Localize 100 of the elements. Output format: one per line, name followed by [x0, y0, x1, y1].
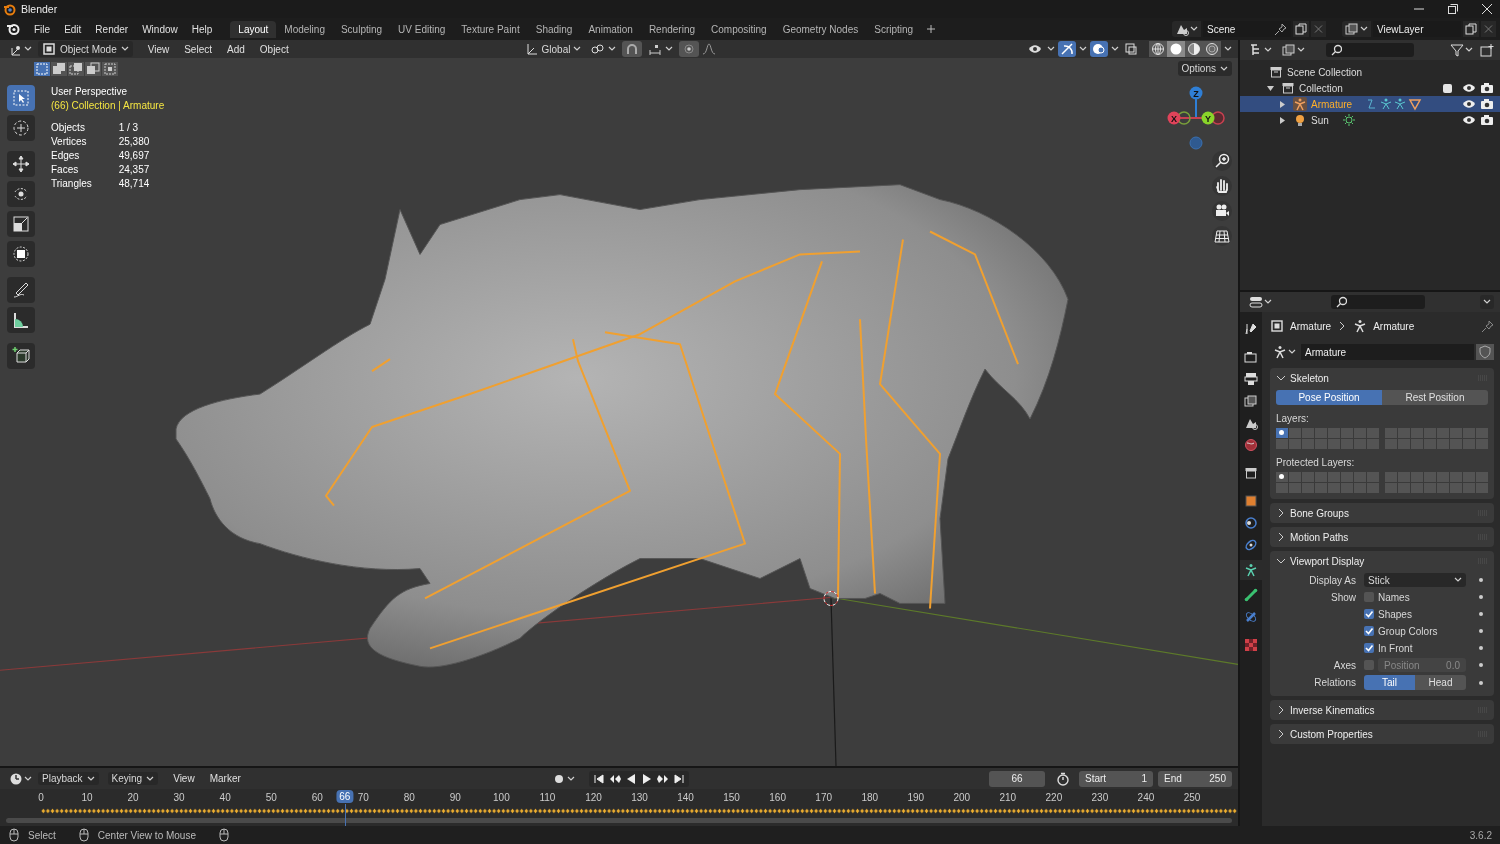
stat-value: 48,714 [118, 177, 151, 191]
stat-label: Edges [51, 149, 81, 163]
frame-number: 80 [403, 792, 415, 803]
frame-number: 30 [173, 792, 185, 803]
stat-value: 25,380 [118, 135, 151, 149]
frame-number: 70 [357, 792, 369, 803]
stat-label: Triangles [51, 177, 93, 191]
frame-number: 50 [265, 792, 277, 803]
workspace-tab[interactable]: Rendering [640, 20, 704, 38]
menu-dropdown[interactable]: Keying [107, 772, 159, 785]
item-label: Armature [1311, 98, 1353, 110]
frame-number: 200 [953, 792, 971, 803]
protected-layers-label: Protected Layers: [1276, 457, 1356, 468]
frame-number: 20 [127, 792, 139, 803]
menu-item[interactable]: Marker [203, 771, 247, 786]
relation-toggle[interactable]: Tail [1364, 675, 1415, 690]
status-hint: Select [28, 829, 56, 841]
frame-number: 230 [1091, 792, 1109, 803]
frame-number: 180 [861, 792, 879, 803]
workspace-tab[interactable]: Modeling [276, 20, 333, 38]
checkbox-label: In Front [1378, 642, 1413, 654]
menu-item[interactable]: Render [89, 21, 135, 37]
menu-item[interactable]: Edit [58, 21, 88, 37]
options-dropdown[interactable]: Options [1177, 61, 1232, 76]
field-label: Relations [1313, 677, 1356, 688]
frame-number: 240 [1137, 792, 1155, 803]
menu-item[interactable]: View [167, 771, 201, 786]
orientation-dropdown[interactable]: Global [521, 41, 585, 57]
field-label: Display As [1308, 574, 1356, 586]
mode-dropdown[interactable]: Object Mode [38, 41, 133, 57]
position-toggle[interactable]: Rest Position [1382, 390, 1488, 405]
checkbox-label: Shapes [1378, 608, 1412, 620]
frame-number: 150 [723, 792, 740, 803]
context-label: (66) Collection | Armature [51, 99, 165, 113]
frame-number: 60 [311, 792, 323, 803]
menu-item[interactable]: Select [178, 41, 218, 57]
status-hint: Center View to Mouse [97, 829, 196, 841]
workspace-tab[interactable]: Compositing [703, 20, 775, 38]
workspace-tab[interactable]: Layout [230, 20, 277, 38]
workspace-tab[interactable]: Animation [580, 20, 641, 38]
name-field[interactable]: Armature [1301, 344, 1474, 360]
outliner-row[interactable]: Armature [1240, 96, 1500, 112]
checkbox-label: Group Colors [1378, 625, 1438, 637]
workspace-tab[interactable]: Geometry Nodes [774, 20, 867, 38]
checkbox-label: Names [1378, 591, 1410, 603]
panel-header[interactable]: Custom Properties [1270, 724, 1494, 744]
frame-number: 40 [219, 792, 231, 803]
stat-value: 24,357 [118, 163, 151, 177]
frame-number: 140 [677, 792, 694, 803]
menu-item[interactable]: Add [221, 41, 251, 57]
workspace-tab[interactable]: Shading [527, 20, 581, 38]
layers-label: Layers: [1276, 413, 1310, 424]
outliner-row[interactable]: Scene Collection [1240, 64, 1500, 80]
frame-number: 220 [1045, 792, 1063, 803]
menu-item[interactable]: Window [136, 21, 184, 37]
current-frame-field[interactable]: 66 [989, 770, 1045, 787]
frame-number: 10 [81, 792, 93, 803]
workspace-tab[interactable]: Scripting [866, 20, 922, 38]
outliner-row[interactable]: Sun [1240, 112, 1500, 128]
breadcrumb-item[interactable]: Armature [1290, 320, 1332, 332]
relation-toggle[interactable]: Head [1415, 675, 1466, 690]
frame-number: 160 [769, 792, 786, 803]
frame-number: 190 [907, 792, 925, 803]
panel-header[interactable]: Viewport Display [1270, 551, 1494, 571]
menu-item[interactable]: File [28, 21, 57, 37]
workspace-tab[interactable]: UV Editing [390, 20, 454, 38]
breadcrumb-item[interactable]: Armature [1373, 320, 1415, 332]
panel-header[interactable]: Motion Paths [1270, 527, 1494, 547]
outliner-row[interactable]: Collection [1240, 80, 1500, 96]
item-label: Scene Collection [1287, 66, 1363, 78]
workspace-tab[interactable]: Texture Paint [453, 20, 528, 38]
menu-item[interactable]: Object [253, 41, 295, 57]
item-label: Sun [1311, 114, 1329, 126]
panel-header[interactable]: Skeleton [1270, 368, 1494, 388]
workspace-tab[interactable]: Sculpting [332, 20, 391, 38]
menu-item[interactable]: View [141, 41, 176, 57]
stat-label: Faces [51, 163, 80, 177]
playhead[interactable]: 66 [336, 790, 354, 803]
frame-number: 250 [1183, 792, 1201, 803]
display-as-dropdown[interactable]: Stick [1364, 573, 1466, 587]
field-label: Axes [1332, 659, 1356, 671]
view-name: User Perspective [51, 85, 129, 99]
end-frame-field[interactable]: End 250 [1158, 770, 1232, 787]
navigation-gizmo-drawing[interactable]: Z X Y [1166, 83, 1226, 151]
panel-header[interactable]: Inverse Kinematics [1270, 700, 1494, 720]
field-label: Show [1330, 591, 1356, 603]
frame-number: 170 [815, 792, 832, 803]
frame-number: 110 [539, 792, 556, 803]
menu-item[interactable]: Help [185, 21, 219, 37]
position-toggle[interactable]: Pose Position [1276, 390, 1382, 405]
frame-number: 120 [585, 792, 602, 803]
frame-number: 210 [999, 792, 1017, 803]
stat-label: Objects [51, 121, 86, 135]
start-frame-field[interactable]: Start 1 [1079, 770, 1153, 787]
menu-dropdown[interactable]: Playback [38, 772, 99, 785]
stat-value: 49,697 [118, 149, 151, 163]
stat-label: Vertices [51, 135, 88, 149]
panel-header[interactable]: Bone Groups [1270, 503, 1494, 523]
item-label: Collection [1299, 82, 1343, 94]
version-label: 3.6.2 [1469, 829, 1492, 841]
